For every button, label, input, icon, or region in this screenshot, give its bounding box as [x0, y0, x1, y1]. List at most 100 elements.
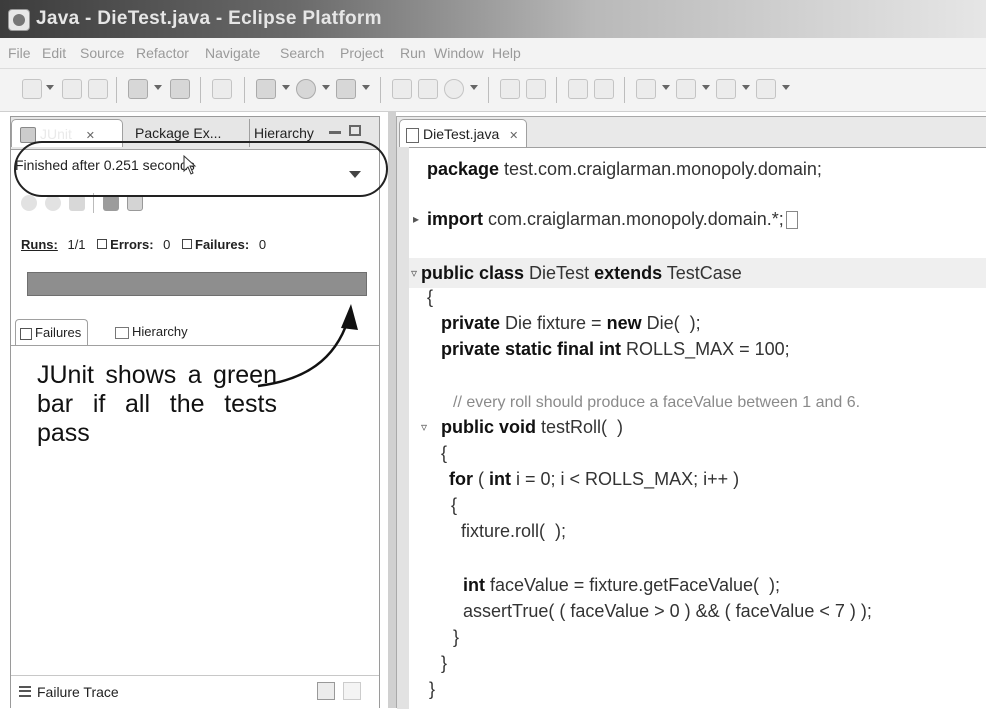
- test-counters: Runs: 1/1 Errors: 0 Failures: 0: [21, 237, 266, 252]
- errors-value: 0: [163, 237, 171, 252]
- code-line[interactable]: {: [451, 495, 457, 516]
- code-line[interactable]: fixture.roll( );: [461, 521, 566, 542]
- next-annotation-icon[interactable]: [636, 79, 656, 99]
- window-title: Java - DieTest.java - Eclipse Platform: [36, 8, 382, 29]
- new-package-icon[interactable]: [418, 79, 438, 99]
- sash-divider[interactable]: [388, 111, 396, 708]
- menu-refactor[interactable]: Refactor: [136, 45, 189, 61]
- fold-expand-icon[interactable]: ▸: [413, 212, 419, 226]
- runs-label: Runs:: [21, 237, 58, 252]
- next-annotation-dropdown-arrow-icon[interactable]: [662, 85, 670, 90]
- code-line[interactable]: int faceValue = fixture.getFaceValue( );: [463, 575, 780, 596]
- rerun-icon[interactable]: [103, 195, 119, 211]
- code-line[interactable]: public class DieTest extends TestCase: [421, 263, 742, 284]
- code-line[interactable]: }: [453, 627, 459, 648]
- forward-dropdown-arrow-icon[interactable]: [782, 85, 790, 90]
- search-icon[interactable]: [526, 79, 546, 99]
- code-line[interactable]: {: [427, 287, 433, 308]
- show-whitespace-icon[interactable]: [594, 79, 614, 99]
- tab-failures-label: Failures: [35, 325, 82, 340]
- failures-icon: [182, 239, 193, 249]
- menu-file[interactable]: File: [8, 45, 31, 61]
- filter-stack-icon[interactable]: [317, 682, 335, 700]
- toolbar-separator: [244, 77, 245, 103]
- debug-dropdown-arrow-icon[interactable]: [282, 85, 290, 90]
- previous-failure-icon[interactable]: [45, 195, 61, 211]
- menu-window[interactable]: Window: [434, 45, 484, 61]
- previous-annotation-dropdown-arrow-icon[interactable]: [702, 85, 710, 90]
- menu-run[interactable]: Run: [400, 45, 426, 61]
- menu-search[interactable]: Search: [280, 45, 324, 61]
- back-dropdown-arrow-icon[interactable]: [742, 85, 750, 90]
- annotation-callout: JUnit shows a green bar if all the tests…: [37, 361, 277, 447]
- debug-perspective-icon[interactable]: [128, 79, 148, 99]
- tab-failures[interactable]: Failures: [15, 319, 89, 345]
- code-line[interactable]: assertTrue( ( faceValue > 0 ) && ( faceV…: [463, 601, 872, 622]
- toggle-icon[interactable]: [212, 79, 232, 99]
- stack-trace-icon: [19, 686, 31, 697]
- tab-results-hierarchy-label: Hierarchy: [132, 324, 188, 339]
- run-dropdown-arrow-icon[interactable]: [322, 85, 330, 90]
- stop-icon[interactable]: [69, 195, 85, 211]
- progress-fill: [28, 273, 366, 295]
- menu-help[interactable]: Help: [492, 45, 521, 61]
- next-failure-icon[interactable]: [21, 195, 37, 211]
- toolbar-separator: [488, 77, 489, 103]
- code-line[interactable]: for ( int i = 0; i < ROLLS_MAX; i++ ): [449, 469, 739, 490]
- run-icon[interactable]: [296, 79, 316, 99]
- previous-annotation-icon[interactable]: [676, 79, 696, 99]
- new-dropdown-arrow-icon[interactable]: [46, 85, 54, 90]
- tab-results-hierarchy[interactable]: Hierarchy: [111, 319, 194, 345]
- menu-edit[interactable]: Edit: [42, 45, 66, 61]
- menu-source[interactable]: Source: [80, 45, 124, 61]
- new-icon[interactable]: [22, 79, 42, 99]
- external-tools-dropdown-arrow-icon[interactable]: [362, 85, 370, 90]
- failures-label: Failures:: [195, 237, 250, 252]
- fold-collapse-icon[interactable]: ▿: [411, 266, 417, 280]
- code-line[interactable]: private static final int ROLLS_MAX = 100…: [441, 339, 790, 360]
- code-line[interactable]: public void testRoll( ): [441, 417, 623, 438]
- code-comment[interactable]: // every roll should produce a faceValue…: [453, 394, 860, 412]
- maximize-icon[interactable]: [349, 125, 361, 136]
- debug-icon[interactable]: [256, 79, 276, 99]
- vertical-ruler: [397, 147, 409, 709]
- code-line[interactable]: package test.com.craiglarman.monopoly.do…: [427, 159, 822, 180]
- back-icon[interactable]: [716, 79, 736, 99]
- errors-label: Errors:: [110, 237, 154, 252]
- title-bar: Java - DieTest.java - Eclipse Platform: [0, 0, 986, 38]
- menu-navigate[interactable]: Navigate: [205, 45, 260, 61]
- external-tools-icon[interactable]: [336, 79, 356, 99]
- code-line[interactable]: {: [441, 443, 447, 464]
- menu-bar: File Edit Source Refactor Navigate Searc…: [0, 38, 986, 69]
- pencil-icon[interactable]: [568, 79, 588, 99]
- code-line[interactable]: }: [429, 679, 435, 700]
- new-java-project-icon[interactable]: [392, 79, 412, 99]
- code-line[interactable]: import com.craiglarman.monopoly.domain.*…: [427, 209, 798, 230]
- compare-result-icon[interactable]: [343, 682, 361, 700]
- failures-tab-icon: [20, 327, 32, 340]
- minimize-icon[interactable]: [329, 131, 341, 134]
- folded-import-icon[interactable]: [785, 211, 798, 230]
- toolbar-separator: [200, 77, 201, 103]
- new-class-dropdown-arrow-icon[interactable]: [470, 85, 478, 90]
- build-icon[interactable]: [170, 79, 190, 99]
- test-progress-bar: [27, 272, 367, 296]
- forward-icon[interactable]: [756, 79, 776, 99]
- tab-dietest-java[interactable]: DieTest.java ✕: [399, 119, 528, 147]
- junit-icon: [20, 127, 36, 144]
- print-icon[interactable]: [88, 79, 108, 99]
- close-icon[interactable]: ✕: [509, 130, 518, 142]
- eclipse-app-icon: [8, 9, 30, 31]
- new-class-icon[interactable]: [444, 79, 464, 99]
- save-icon[interactable]: [62, 79, 82, 99]
- tab-junit-label: JUnit: [40, 126, 72, 142]
- dropdown-arrow-icon[interactable]: [154, 85, 162, 90]
- history-icon[interactable]: [127, 195, 143, 211]
- fold-collapse-icon[interactable]: ▿: [421, 420, 427, 434]
- code-line[interactable]: private Die fixture = new Die( );: [441, 313, 701, 334]
- open-type-icon[interactable]: [500, 79, 520, 99]
- toolbar-separator: [624, 77, 625, 103]
- code-line[interactable]: }: [441, 653, 447, 674]
- menu-project[interactable]: Project: [340, 45, 384, 61]
- errors-icon: [97, 239, 108, 249]
